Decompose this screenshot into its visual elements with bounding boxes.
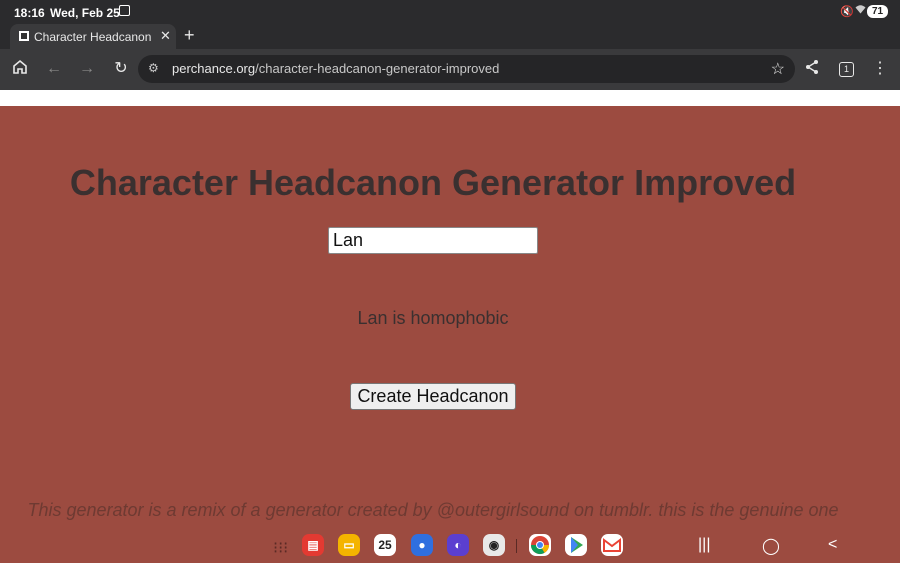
calendar-day: 25 <box>378 538 392 552</box>
site-settings-icon[interactable]: ⚙ <box>148 61 159 75</box>
dock-divider <box>516 539 517 553</box>
share-icon[interactable] <box>802 59 822 81</box>
headcanon-result: Lan is homophobic <box>357 308 509 328</box>
tab-strip: Character Headcanon Generator Improved ✕… <box>0 24 900 49</box>
back-nav-icon[interactable]: < <box>828 536 837 554</box>
reload-icon[interactable]: ↻ <box>111 59 131 79</box>
tab-active[interactable]: Character Headcanon Generator Improved ✕ <box>10 24 176 49</box>
mute-icon: 🔇 <box>840 6 854 18</box>
back-icon[interactable]: ← <box>44 59 64 79</box>
address-bar[interactable]: ⚙ perchance.org/character-headcanon-gene… <box>138 55 795 83</box>
new-tab-button[interactable]: + <box>184 25 195 46</box>
bookmark-star-icon[interactable]: ☆ <box>771 59 785 79</box>
home-nav-icon[interactable]: ◯ <box>762 536 780 556</box>
gmail-app-icon[interactable] <box>601 534 623 556</box>
character-name-input[interactable] <box>328 227 538 254</box>
browser-toolbar: ← → ↻ ⚙ perchance.org/character-headcano… <box>0 49 900 90</box>
chrome-app-icon[interactable] <box>529 534 551 556</box>
camera-app-icon[interactable]: ◉ <box>483 534 505 556</box>
status-date: Wed, Feb 25 <box>50 6 120 20</box>
browser-app-icon[interactable]: ◐ <box>447 534 469 556</box>
tab-switcher-button[interactable]: 1 <box>839 62 854 77</box>
url-text[interactable]: perchance.org/character-headcanon-genera… <box>172 61 499 76</box>
notes-app-icon[interactable]: ▤ <box>302 534 324 556</box>
forward-icon[interactable]: → <box>77 59 97 79</box>
url-path: /character-headcanon-generator-improved <box>255 61 500 76</box>
more-menu-icon[interactable]: ⋮ <box>870 59 890 79</box>
create-headcanon-button[interactable]: Create Headcanon <box>350 383 516 410</box>
files-app-icon[interactable]: ▭ <box>338 534 360 556</box>
recent-apps-icon[interactable]: ||| <box>698 536 710 554</box>
status-time: 18:16 <box>14 6 45 20</box>
app-drawer-icon[interactable]: ⁝⁝⁝ <box>273 538 288 558</box>
battery-badge: 71 <box>867 5 889 18</box>
page-title: Character Headcanon Generator Improved <box>69 162 797 203</box>
status-bar: 18:16 Wed, Feb 25 🔇 71 <box>0 0 900 24</box>
tab-close-icon[interactable]: ✕ <box>160 28 171 44</box>
tab-title: Character Headcanon Generator Improved <box>34 30 154 44</box>
messages-app-icon[interactable]: ● <box>411 534 433 556</box>
play-store-app-icon[interactable] <box>565 534 587 556</box>
taskbar: ⁝⁝⁝ ▤ ▭ 25 ● ◐ ◉ ||| ◯ < <box>0 531 900 563</box>
credit-text: This generator is a remix of a generator… <box>27 500 839 520</box>
page-top-bar <box>0 90 900 106</box>
tab-favicon-icon <box>19 31 29 41</box>
screenshot-icon <box>119 5 130 16</box>
wifi-icon <box>855 4 866 17</box>
url-host: perchance.org <box>172 61 256 76</box>
home-icon[interactable] <box>10 59 30 81</box>
calendar-app-icon[interactable]: 25 <box>374 534 396 556</box>
page-content: Character Headcanon Generator Improved L… <box>0 106 900 563</box>
